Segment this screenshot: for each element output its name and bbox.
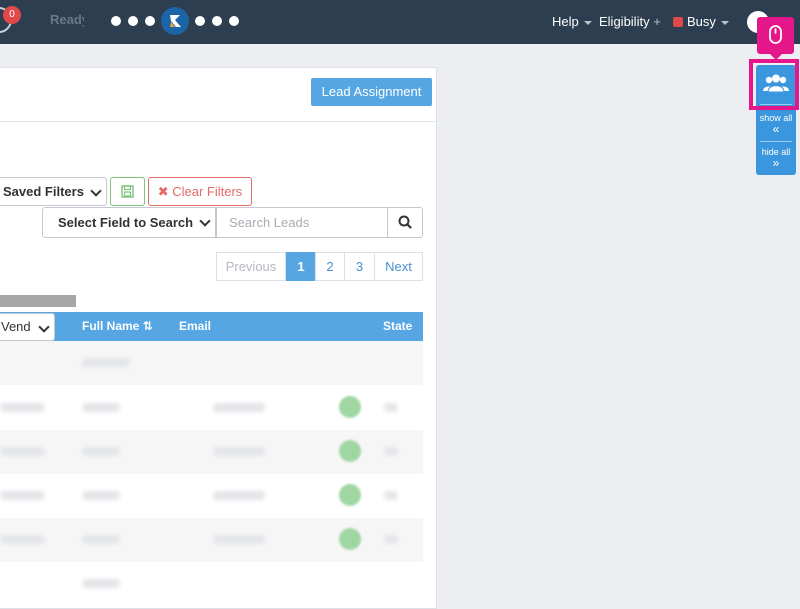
dot-icon bbox=[195, 16, 205, 26]
redacted-email bbox=[213, 403, 265, 412]
pagination-page-1[interactable]: 1 bbox=[286, 252, 316, 281]
table-row[interactable] bbox=[0, 474, 423, 518]
saved-filters-select[interactable]: Saved Filters bbox=[0, 177, 107, 206]
redacted-email bbox=[213, 535, 265, 544]
search-button[interactable] bbox=[388, 207, 423, 238]
redacted-vendor bbox=[0, 403, 45, 412]
redacted-vendor bbox=[0, 535, 45, 544]
plus-icon: + bbox=[653, 14, 661, 29]
status-dot-icon bbox=[339, 396, 361, 418]
redacted-state bbox=[384, 535, 398, 544]
dot-icon bbox=[212, 16, 222, 26]
floppy-disk-icon bbox=[121, 185, 134, 198]
redacted-state bbox=[384, 403, 398, 412]
redacted-name bbox=[82, 579, 120, 588]
highlight-box bbox=[749, 59, 799, 110]
status-dot-icon bbox=[339, 528, 361, 550]
redacted-name bbox=[82, 535, 120, 544]
column-email[interactable]: Email bbox=[179, 319, 211, 333]
sort-icon: ⇅ bbox=[142, 319, 153, 333]
eligibility-menu-label: Eligibility bbox=[599, 14, 650, 29]
brand-text: Ready bbox=[50, 12, 84, 27]
pagination-next[interactable]: Next bbox=[374, 252, 423, 281]
redacted-name bbox=[82, 403, 120, 412]
pagination-page-3[interactable]: 3 bbox=[344, 252, 375, 281]
search-icon bbox=[398, 215, 412, 229]
eligibility-menu[interactable]: Eligibility + bbox=[599, 14, 661, 29]
table-row[interactable] bbox=[0, 386, 423, 430]
indicator-pointer bbox=[770, 54, 782, 60]
table-header: Full Name ⇅ Email State bbox=[0, 312, 423, 341]
redacted-name bbox=[82, 447, 120, 456]
table-row[interactable] bbox=[0, 341, 423, 385]
dot-icon bbox=[128, 16, 138, 26]
chevron-down-icon bbox=[38, 321, 50, 333]
chevron-down-icon bbox=[720, 20, 729, 25]
redacted-name bbox=[82, 358, 130, 367]
redacted-vendor bbox=[0, 491, 45, 500]
help-menu-label: Help bbox=[552, 14, 579, 29]
pagination-previous[interactable]: Previous bbox=[216, 252, 286, 281]
clear-filters-button[interactable]: ✖ Clear Filters bbox=[148, 177, 252, 206]
column-full-name[interactable]: Full Name ⇅ bbox=[82, 319, 153, 333]
app-logo-icon[interactable] bbox=[161, 7, 189, 35]
column-state[interactable]: State bbox=[383, 319, 412, 333]
vendor-filter-select[interactable]: Vend bbox=[0, 313, 55, 341]
clear-filters-label: Clear Filters bbox=[172, 184, 243, 199]
saved-filters-label: Saved Filters bbox=[3, 184, 84, 199]
pagination-page-2[interactable]: 2 bbox=[315, 252, 345, 281]
status-dot-icon bbox=[339, 484, 361, 506]
double-chevron-right-icon[interactable]: » bbox=[756, 156, 796, 170]
status-label: Busy bbox=[687, 14, 716, 29]
side-tab-divider bbox=[760, 141, 792, 142]
redacted-email bbox=[213, 491, 265, 500]
table-row[interactable] bbox=[0, 562, 423, 600]
help-menu[interactable]: Help bbox=[552, 14, 592, 29]
chevron-down-icon bbox=[199, 215, 211, 227]
vendor-filter-label: Vend bbox=[1, 319, 31, 334]
chevron-down-icon bbox=[583, 20, 592, 25]
dot-icon bbox=[111, 16, 121, 26]
status-menu[interactable]: Busy bbox=[673, 14, 729, 29]
close-icon: ✖ bbox=[157, 184, 169, 199]
column-full-name-label: Full Name bbox=[82, 319, 140, 333]
status-dot-icon bbox=[339, 440, 361, 462]
search-field-select[interactable]: Select Field to Search bbox=[42, 207, 216, 238]
busy-status-icon bbox=[673, 17, 683, 27]
redacted-vendor bbox=[0, 447, 45, 456]
horizontal-scrollbar[interactable] bbox=[0, 295, 76, 307]
top-navbar: 0 Ready Help Eligibility + Busy bbox=[0, 0, 800, 44]
redacted-name bbox=[82, 491, 120, 500]
dot-icon bbox=[145, 16, 155, 26]
double-chevron-left-icon[interactable]: « bbox=[756, 122, 796, 136]
table-row[interactable] bbox=[0, 518, 423, 562]
search-leads-input[interactable]: Search Leads bbox=[216, 207, 388, 238]
save-filter-button[interactable] bbox=[110, 177, 145, 206]
notification-count-badge: 0 bbox=[3, 6, 21, 24]
mouse-click-indicator bbox=[757, 17, 794, 54]
dot-icon bbox=[229, 16, 239, 26]
mouse-icon bbox=[769, 25, 782, 44]
redacted-state bbox=[384, 491, 398, 500]
search-field-label: Select Field to Search bbox=[58, 215, 194, 230]
table-row[interactable] bbox=[0, 430, 423, 474]
chevron-down-icon bbox=[90, 185, 102, 197]
panel-divider bbox=[0, 121, 436, 122]
redacted-state bbox=[384, 447, 398, 456]
lead-assignment-button[interactable]: Lead Assignment bbox=[311, 78, 432, 106]
redacted-email bbox=[213, 447, 265, 456]
